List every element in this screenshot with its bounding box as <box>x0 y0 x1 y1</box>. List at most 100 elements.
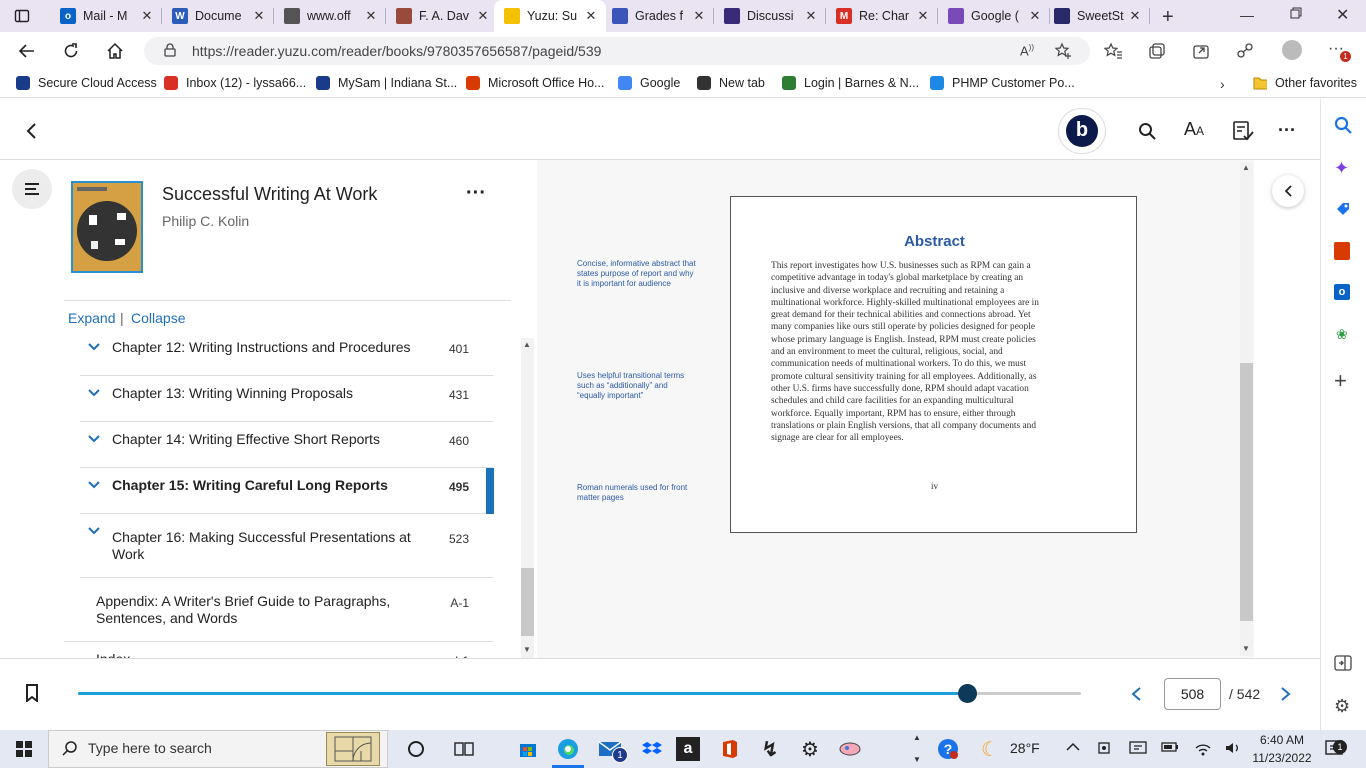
browser-tab[interactable]: W Docume ✕ <box>162 0 274 32</box>
new-tab-icon[interactable]: + <box>1162 6 1174 29</box>
close-tab-icon[interactable]: ✕ <box>690 8 708 24</box>
toc-scroll-thumb[interactable] <box>521 568 534 636</box>
weather-temp[interactable]: 28°F <box>1010 740 1040 756</box>
chevron-left-icon[interactable] <box>1283 184 1293 198</box>
toc-item[interactable]: Chapter 13: Writing Winning Proposals 431 <box>80 376 493 422</box>
lightning-app-icon[interactable]: ↯ <box>758 737 782 761</box>
page-number-input[interactable] <box>1164 678 1221 710</box>
battery-icon[interactable] <box>1161 741 1179 753</box>
toc-item[interactable]: Appendix: A Writer's Brief Guide to Para… <box>64 578 493 642</box>
notes-icon[interactable] <box>1232 120 1254 142</box>
extensions-icon[interactable] <box>1236 42 1254 60</box>
next-page-icon[interactable] <box>1280 686 1292 702</box>
outlook-icon[interactable]: o <box>1334 284 1350 300</box>
toc-item[interactable]: Chapter 16: Making Successful Presentati… <box>80 514 493 578</box>
avatar[interactable]: b <box>1066 115 1098 147</box>
close-tab-icon[interactable]: ✕ <box>1026 8 1044 24</box>
amazon-icon[interactable]: a <box>676 737 700 761</box>
prev-page-icon[interactable] <box>1130 686 1142 702</box>
back-icon[interactable] <box>18 42 36 60</box>
scroll-up-icon[interactable]: ▲ <box>523 340 531 349</box>
content-scroll-up-icon[interactable]: ▲ <box>1242 163 1250 172</box>
wifi-icon[interactable] <box>1194 740 1212 756</box>
profile-avatar[interactable] <box>1282 40 1302 60</box>
clock-date[interactable]: 11/23/2022 <box>1248 751 1316 765</box>
dropbox-icon[interactable] <box>640 737 664 761</box>
chevron-down-icon[interactable] <box>88 435 100 443</box>
chevron-down-icon[interactable] <box>88 389 100 397</box>
add-sidebar-app-icon[interactable]: + <box>1334 368 1347 394</box>
favorite-link[interactable]: MySam | Indiana St... <box>316 76 457 90</box>
favorite-link[interactable]: Google <box>618 76 680 90</box>
browser-tab[interactable]: Discussi ✕ <box>714 0 826 32</box>
url-text[interactable]: https://reader.yuzu.com/reader/books/978… <box>192 43 601 59</box>
sidebar-search-icon[interactable] <box>1334 116 1352 134</box>
reader-back-icon[interactable] <box>24 122 40 140</box>
taskbar-scroll-up-icon[interactable]: ▲ <box>913 733 921 742</box>
browser-tab[interactable]: M Re: Char ✕ <box>826 0 938 32</box>
cortana-icon[interactable] <box>404 737 428 761</box>
hide-sidebar-icon[interactable] <box>1334 655 1352 671</box>
favorite-link[interactable]: Login | Barnes & N... <box>782 76 919 90</box>
weather-moon-icon[interactable]: ☾ <box>978 737 1002 761</box>
chevron-down-icon[interactable] <box>88 343 100 351</box>
browser-tab[interactable]: F. A. Dav ✕ <box>386 0 498 32</box>
favorites-icon[interactable] <box>1104 42 1122 60</box>
tab-actions-icon[interactable] <box>14 8 30 24</box>
office-icon[interactable] <box>1334 242 1350 260</box>
settings-icon[interactable]: ⚙ <box>798 737 822 761</box>
toc-item[interactable]: Chapter 15: Writing Careful Long Reports… <box>80 468 494 514</box>
restore-icon[interactable] <box>1290 7 1302 19</box>
share-icon[interactable] <box>1192 42 1210 60</box>
close-tab-icon[interactable]: ✕ <box>802 8 820 24</box>
more-options-icon[interactable]: ··· <box>1278 120 1296 141</box>
toc-item[interactable]: IndexI-1 <box>64 642 493 658</box>
meet-now-icon[interactable] <box>1097 740 1113 756</box>
close-tab-icon[interactable]: ✕ <box>914 8 932 24</box>
store-icon[interactable] <box>516 737 540 761</box>
screen-icon[interactable] <box>1129 740 1147 756</box>
tools-icon[interactable]: ❀ <box>1336 326 1348 343</box>
close-tab-icon[interactable]: ✕ <box>250 8 268 24</box>
taskbar-scroll-down-icon[interactable]: ▼ <box>913 755 921 764</box>
browser-tab[interactable]: o Mail - M ✕ <box>50 0 162 32</box>
book-options-icon[interactable]: ··· <box>466 182 486 205</box>
lock-icon[interactable] <box>164 43 176 57</box>
expand-link[interactable]: Expand <box>68 310 115 326</box>
toc-item[interactable]: Chapter 14: Writing Effective Short Repo… <box>80 422 493 468</box>
favorite-link[interactable]: Inbox (12) - lyssa66... <box>164 76 306 90</box>
office-taskbar-icon[interactable] <box>718 737 742 761</box>
close-tab-icon[interactable]: ✕ <box>362 8 380 24</box>
minimize-icon[interactable]: — <box>1240 7 1254 23</box>
browser-tab[interactable]: Google (✕ <box>938 0 1050 32</box>
content-scroll-thumb[interactable] <box>1240 363 1253 621</box>
chevron-down-icon[interactable] <box>88 481 100 489</box>
task-view-icon[interactable] <box>452 737 476 761</box>
refresh-icon[interactable] <box>62 42 80 60</box>
discover-icon[interactable]: ✦ <box>1334 158 1349 179</box>
search-icon[interactable] <box>1138 122 1156 140</box>
browser-tab[interactable]: Grades f ✕ <box>602 0 714 32</box>
other-favorites[interactable]: Other favorites <box>1253 76 1357 90</box>
content-scroll-down-icon[interactable]: ▼ <box>1242 644 1250 653</box>
hamburger-icon[interactable] <box>24 182 40 196</box>
browser-tab[interactable]: Yuzu: Su ✕ <box>494 0 606 32</box>
sidebar-settings-icon[interactable]: ⚙ <box>1334 696 1350 717</box>
favorite-link[interactable]: New tab <box>697 76 765 90</box>
close-tab-icon[interactable]: ✕ <box>1126 8 1144 24</box>
close-window-icon[interactable]: ✕ <box>1336 5 1349 25</box>
progress-slider-handle[interactable] <box>957 684 977 703</box>
favorite-link[interactable]: Secure Cloud Access <box>16 76 157 90</box>
collections-icon[interactable] <box>1148 42 1166 60</box>
snipping-icon[interactable] <box>838 737 862 761</box>
read-aloud-icon[interactable]: A)) <box>1020 43 1034 58</box>
close-tab-icon[interactable]: ✕ <box>474 8 492 24</box>
toc-item[interactable]: Chapter 12: Writing Instructions and Pro… <box>80 330 493 376</box>
browser-tab[interactable]: SweetSt ✕ <box>1044 0 1150 32</box>
chevron-down-icon[interactable] <box>88 527 100 535</box>
help-icon[interactable]: ? <box>936 737 960 761</box>
volume-icon[interactable] <box>1224 740 1242 756</box>
favorite-link[interactable]: Microsoft Office Ho... <box>466 76 604 90</box>
windows-start-icon[interactable] <box>16 741 32 757</box>
favorites-overflow-icon[interactable]: › <box>1220 76 1225 92</box>
